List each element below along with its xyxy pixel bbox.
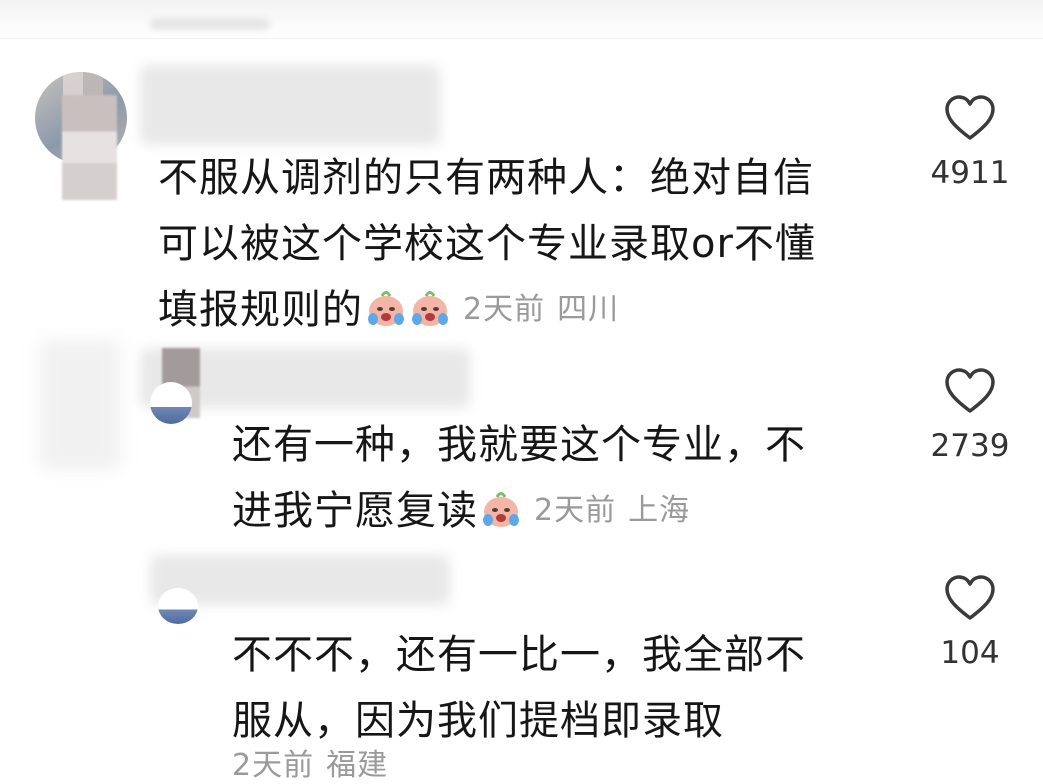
comment-location: 四川: [557, 292, 620, 327]
comment-line-text: 填报规则的: [158, 287, 363, 333]
heart-outline-icon: [945, 575, 995, 620]
comment-text: 不服从调剂的只有两种人：绝对自信 可以被这个学校这个专业录取or不懂 填报规则的: [158, 145, 816, 343]
comment-line: 填报规则的 2天前 四川: [158, 277, 816, 343]
redacted-username: [140, 65, 440, 145]
comment-text: 还有一种，我就要这个专业，不 进我宁愿复读 2天前 上海: [232, 412, 806, 544]
like-button[interactable]: 104: [925, 575, 1015, 671]
heart-outline-icon: [945, 368, 995, 413]
comment-time: 2天前: [463, 292, 546, 327]
comment-time: 2天前: [534, 493, 617, 528]
crying-face-emoji: [365, 283, 407, 326]
comment-1[interactable]: 不服从调剂的只有两种人：绝对自信 可以被这个学校这个专业录取or不懂 填报规则的: [0, 0, 1043, 340]
comment-line: 进我宁愿复读 2天前 上海: [232, 478, 806, 544]
like-button[interactable]: 4911: [925, 95, 1015, 191]
comment-meta: 2天前 上海: [534, 493, 690, 528]
comment-meta: 2天前 福建: [232, 740, 388, 784]
like-count: 2739: [930, 428, 1010, 464]
heart-outline-icon: [945, 95, 995, 140]
avatar[interactable]: [158, 588, 198, 624]
like-count: 104: [940, 635, 1000, 671]
comment-line: 不服从调剂的只有两种人：绝对自信: [158, 155, 814, 201]
like-count: 4911: [930, 155, 1010, 191]
comment-line: 不不不，还有一比一，我全部不: [232, 632, 806, 678]
avatar[interactable]: [150, 382, 192, 424]
comment-line: 还有一种，我就要这个专业，不: [232, 422, 806, 468]
comment-3[interactable]: 不不不，还有一比一，我全部不 服从，因为我们提档即录取 2天前 福建 104: [0, 550, 1043, 784]
comment-location: 福建: [326, 748, 389, 783]
comment-location: 上海: [628, 493, 691, 528]
redacted-avatar-mosaic: [62, 95, 117, 200]
comment-2[interactable]: 还有一种，我就要这个专业，不 进我宁愿复读 2天前 上海 2739: [0, 340, 1043, 550]
crying-face-emoji: [480, 484, 522, 527]
comment-time: 2天前: [232, 748, 315, 783]
comment-text: 不不不，还有一比一，我全部不 服从，因为我们提档即录取: [232, 622, 806, 754]
comment-line-text: 进我宁愿复读: [232, 488, 478, 534]
comment-line: 可以被这个学校这个专业录取or不懂: [158, 221, 816, 267]
comment-meta: 2天前 四川: [463, 292, 619, 327]
like-button[interactable]: 2739: [925, 368, 1015, 464]
crying-face-emoji: [409, 283, 451, 326]
